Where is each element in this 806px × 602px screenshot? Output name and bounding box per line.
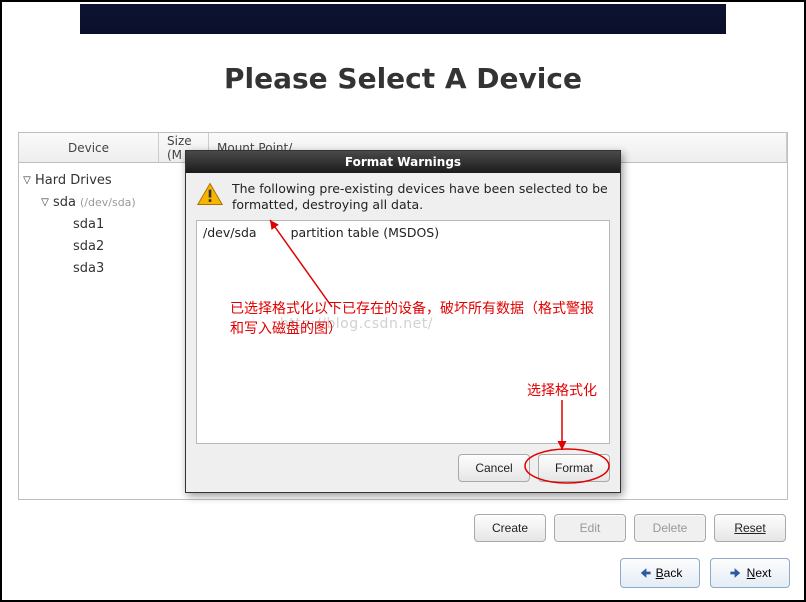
- device-list[interactable]: /dev/sda partition table (MSDOS): [196, 220, 610, 444]
- arrow-right-icon: [729, 566, 743, 580]
- format-button[interactable]: Format: [538, 454, 610, 482]
- top-banner: [80, 4, 726, 34]
- create-button[interactable]: Create: [474, 514, 546, 542]
- reset-button[interactable]: Reset: [714, 514, 786, 542]
- device-hint: (/dev/sda): [80, 196, 136, 209]
- format-warnings-dialog: Format Warnings The following pre-existi…: [185, 150, 621, 493]
- nav-buttons: Back Next: [620, 558, 790, 588]
- partition-name: sda1: [73, 217, 161, 232]
- expander-icon[interactable]: ▽: [39, 197, 51, 208]
- partition-name: sda3: [73, 261, 161, 276]
- reset-label: Reset: [734, 521, 765, 535]
- device-desc: partition table (MSDOS): [291, 225, 440, 240]
- dialog-title: Format Warnings: [186, 151, 620, 173]
- back-button[interactable]: Back: [620, 558, 700, 588]
- warning-icon: [196, 181, 224, 207]
- cancel-button[interactable]: Cancel: [458, 454, 530, 482]
- next-label: Next: [747, 566, 772, 580]
- device-row[interactable]: /dev/sda partition table (MSDOS): [203, 225, 603, 240]
- edit-button: Edit: [554, 514, 626, 542]
- column-device[interactable]: Device: [19, 133, 159, 162]
- device-path: /dev/sda: [203, 225, 257, 240]
- delete-button: Delete: [634, 514, 706, 542]
- tree-label: Hard Drives: [35, 173, 175, 188]
- back-label: Back: [656, 566, 683, 580]
- page-title: Please Select A Device: [2, 62, 804, 95]
- dialog-message: The following pre-existing devices have …: [232, 181, 610, 212]
- toolbar: Create Edit Delete Reset: [474, 514, 786, 542]
- arrow-left-icon: [638, 566, 652, 580]
- tree-label: sda: [53, 195, 76, 210]
- partition-name: sda2: [73, 239, 161, 254]
- expander-icon[interactable]: ▽: [21, 175, 33, 186]
- next-button[interactable]: Next: [710, 558, 790, 588]
